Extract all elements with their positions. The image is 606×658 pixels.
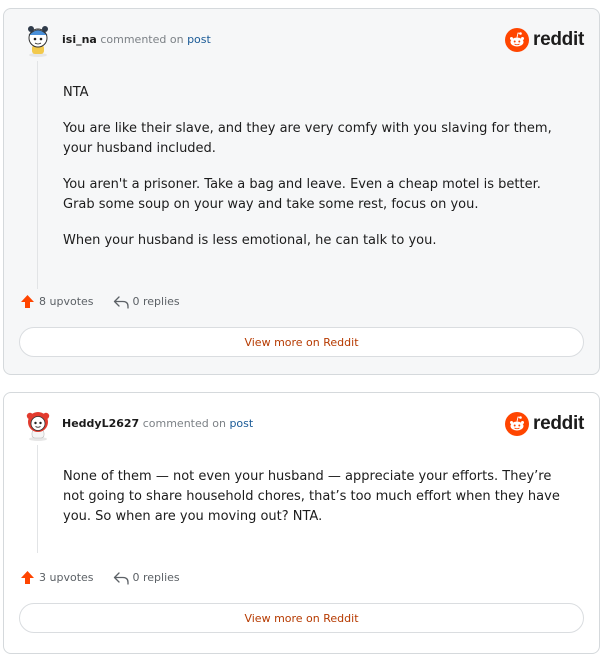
reddit-logo[interactable]: reddit (505, 28, 584, 52)
view-more-button[interactable]: View more on Reddit (19, 327, 584, 357)
action-text: commented on (100, 33, 184, 46)
username[interactable]: HeddyL2627 (62, 417, 139, 430)
comment-header: HeddyL2627 commented on post (62, 417, 253, 430)
comment-header: isi_na commented on post (62, 33, 211, 46)
comment-card: HeddyL2627 commented on post reddit None… (3, 392, 600, 654)
upvote-icon[interactable] (20, 294, 35, 309)
comment-actions: 3 upvotes 0 replies (20, 570, 180, 585)
comment-body: NTA You are like their slave, and they a… (63, 83, 568, 267)
comment-paragraph: None of them — not even your husband — a… (63, 469, 560, 524)
reply-icon[interactable] (113, 295, 129, 309)
action-text: commented on (142, 417, 226, 430)
reply-icon[interactable] (113, 571, 129, 585)
thread-line (37, 61, 38, 289)
reply-count[interactable]: 0 replies (133, 571, 180, 584)
comment-actions: 8 upvotes 0 replies (20, 294, 180, 309)
reddit-snoo-icon (505, 412, 530, 436)
reddit-snoo-icon (505, 28, 530, 52)
upvote-count: 3 upvotes (39, 571, 94, 584)
comment-paragraph: NTA (63, 85, 89, 100)
comment-paragraph: You are like their slave, and they are v… (63, 121, 552, 156)
reddit-wordmark: reddit (533, 29, 584, 50)
username[interactable]: isi_na (62, 33, 97, 46)
upvote-count: 8 upvotes (39, 295, 94, 308)
avatar[interactable] (21, 23, 55, 57)
reddit-logo[interactable]: reddit (505, 412, 584, 436)
thread-line (37, 445, 38, 553)
reddit-wordmark: reddit (533, 413, 584, 434)
comment-paragraph: When your husband is less emotional, he … (63, 233, 437, 248)
post-link[interactable]: post (187, 33, 211, 46)
reply-count[interactable]: 0 replies (133, 295, 180, 308)
upvote-icon[interactable] (20, 570, 35, 585)
post-link[interactable]: post (229, 417, 253, 430)
view-more-button[interactable]: View more on Reddit (19, 603, 584, 633)
comment-body: None of them — not even your husband — a… (63, 467, 568, 543)
comment-paragraph: You aren't a prisoner. Take a bag and le… (63, 177, 541, 212)
avatar[interactable] (21, 407, 55, 441)
comment-card: isi_na commented on post reddit NTA You … (3, 8, 600, 375)
